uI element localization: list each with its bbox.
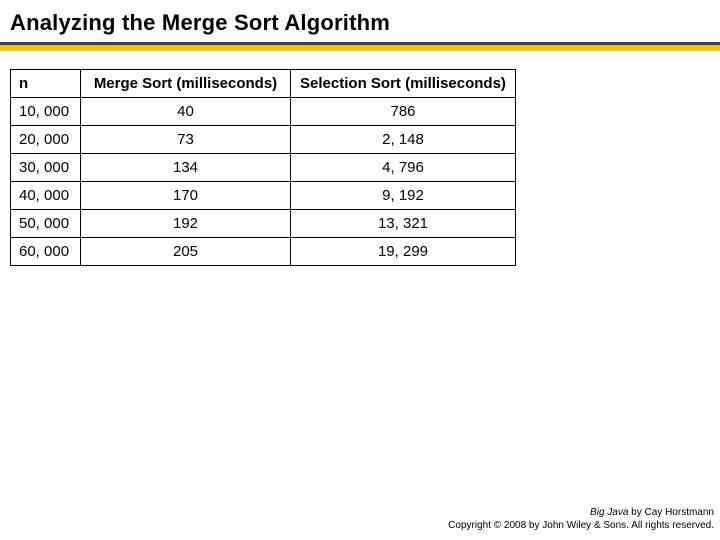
slide-title: Analyzing the Merge Sort Algorithm bbox=[0, 0, 720, 40]
cell-n: 30, 000 bbox=[11, 154, 81, 182]
cell-merge: 73 bbox=[81, 126, 291, 154]
table-row: 50, 000 192 13, 321 bbox=[11, 210, 516, 238]
footer-book-title: Big Java bbox=[590, 507, 628, 518]
cell-selection: 4, 796 bbox=[291, 154, 516, 182]
title-rule bbox=[0, 42, 720, 51]
cell-n: 50, 000 bbox=[11, 210, 81, 238]
sort-comparison-table: n Merge Sort (milliseconds) Selection So… bbox=[10, 69, 516, 266]
cell-n: 60, 000 bbox=[11, 238, 81, 266]
footer: Big Java by Cay Horstmann Copyright © 20… bbox=[448, 507, 714, 532]
footer-byline: by Cay Horstmann bbox=[628, 507, 714, 518]
col-header-merge: Merge Sort (milliseconds) bbox=[81, 70, 291, 98]
col-header-n: n bbox=[11, 70, 81, 98]
col-header-selection: Selection Sort (milliseconds) bbox=[291, 70, 516, 98]
cell-n: 40, 000 bbox=[11, 182, 81, 210]
cell-merge: 40 bbox=[81, 98, 291, 126]
cell-merge: 205 bbox=[81, 238, 291, 266]
table-row: 10, 000 40 786 bbox=[11, 98, 516, 126]
cell-merge: 170 bbox=[81, 182, 291, 210]
cell-selection: 13, 321 bbox=[291, 210, 516, 238]
cell-n: 20, 000 bbox=[11, 126, 81, 154]
cell-merge: 134 bbox=[81, 154, 291, 182]
table-row: 60, 000 205 19, 299 bbox=[11, 238, 516, 266]
footer-copyright: Copyright © 2008 by John Wiley & Sons. A… bbox=[448, 520, 714, 533]
table-header-row: n Merge Sort (milliseconds) Selection So… bbox=[11, 70, 516, 98]
cell-merge: 192 bbox=[81, 210, 291, 238]
cell-selection: 19, 299 bbox=[291, 238, 516, 266]
table-row: 40, 000 170 9, 192 bbox=[11, 182, 516, 210]
cell-selection: 9, 192 bbox=[291, 182, 516, 210]
table-row: 30, 000 134 4, 796 bbox=[11, 154, 516, 182]
cell-n: 10, 000 bbox=[11, 98, 81, 126]
footer-line1: Big Java by Cay Horstmann bbox=[448, 507, 714, 520]
cell-selection: 786 bbox=[291, 98, 516, 126]
cell-selection: 2, 148 bbox=[291, 126, 516, 154]
table-row: 20, 000 73 2, 148 bbox=[11, 126, 516, 154]
content-area: n Merge Sort (milliseconds) Selection So… bbox=[0, 51, 720, 266]
